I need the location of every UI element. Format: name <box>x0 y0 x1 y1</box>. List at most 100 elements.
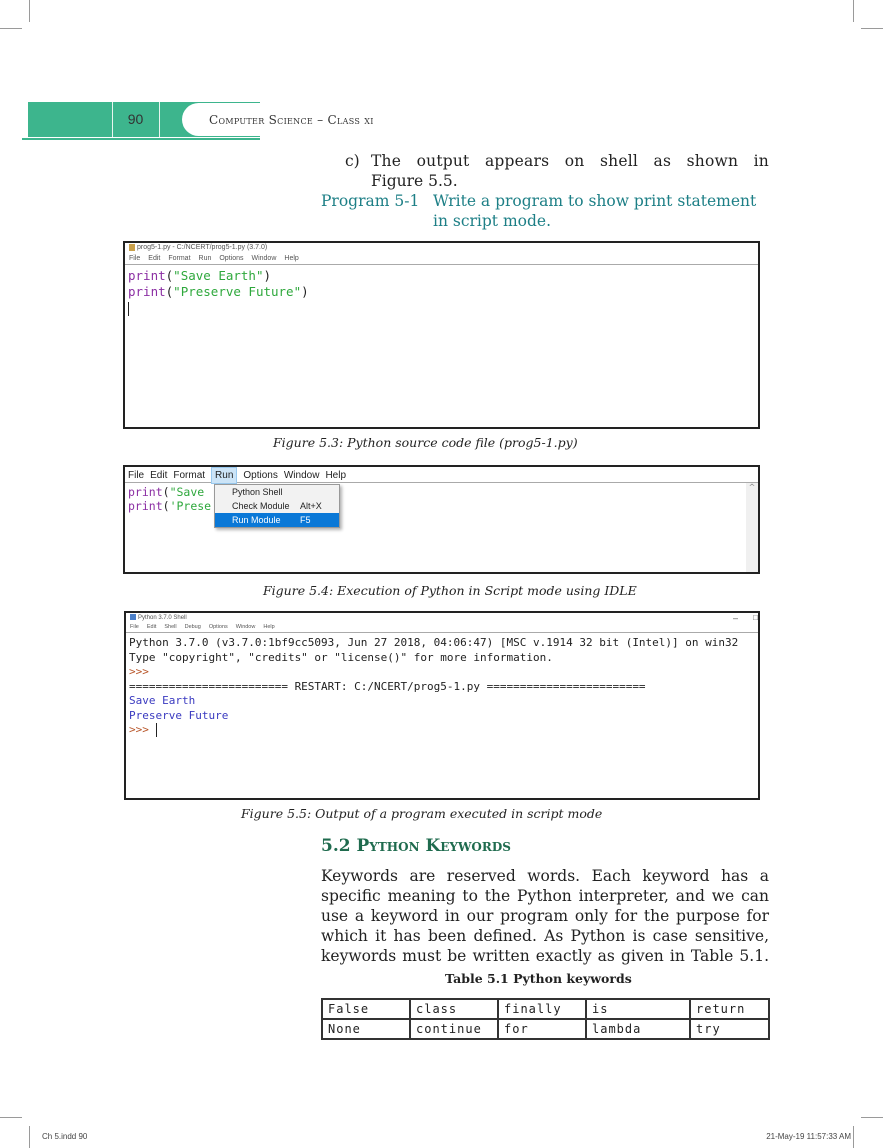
menu-item-python-shell[interactable]: Python Shell <box>215 485 339 499</box>
page-number: 90 <box>127 111 144 127</box>
shell-output[interactable]: Python 3.7.0 (v3.7.0:1bf9cc5093, Jun 27 … <box>126 633 758 738</box>
menu-run[interactable]: Run <box>211 467 238 484</box>
code-string: 'Prese <box>169 499 212 513</box>
code-line: print("Save Earth") <box>128 268 758 284</box>
crop-mark <box>853 0 854 22</box>
section-heading: 5.2 Python Keywords <box>321 836 511 856</box>
footer-file-slug: Ch 5.indd 90 <box>42 1132 88 1141</box>
code-paren: ( <box>162 499 170 513</box>
code-paren: ) <box>263 268 272 283</box>
python-file-icon <box>129 243 135 251</box>
menu-options[interactable]: Options <box>243 468 283 483</box>
text-cursor <box>155 723 157 737</box>
shell-prompt: >>> <box>129 665 149 678</box>
menu-item-label: Check Module <box>232 501 290 511</box>
book-title: Computer Science – Class xi <box>209 113 374 127</box>
window-title: prog5-1.py - C:/NCERT/prog5-1.py (3.7.0) <box>137 244 268 251</box>
menu-help[interactable]: Help <box>284 255 298 262</box>
code-string: "Save Earth" <box>173 268 264 283</box>
output-line: Save Earth <box>129 694 196 707</box>
window-titlebar: Python 3.7.0 Shell – □ <box>126 613 758 623</box>
table-cell: False <box>321 998 411 1020</box>
list-item-text: The output appears on shell as shown in <box>371 152 769 170</box>
menu-edit[interactable]: Edit <box>148 255 160 262</box>
paragraph-line: specific meaning to the Python interpret… <box>321 887 769 905</box>
table-cell: for <box>497 1018 587 1040</box>
menu-window[interactable]: Window <box>236 624 256 630</box>
table-title: Table 5.1 Python keywords <box>445 971 632 986</box>
program-description: Write a program to show print statement <box>433 192 757 210</box>
menu-item-shortcut: Alt+X <box>300 501 322 511</box>
header-divider <box>159 102 160 137</box>
vertical-scrollbar[interactable]: ^ <box>746 483 758 572</box>
menu-item-shortcut: F5 <box>300 515 311 525</box>
paragraph-line: Keywords are reserved words. Each keywor… <box>321 867 769 885</box>
table-cell: is <box>585 998 691 1020</box>
figure-caption: Figure 5.5: Output of a program executed… <box>241 806 603 821</box>
footer-timestamp: 21-May-19 11:57:33 AM <box>766 1132 851 1141</box>
code-editor[interactable]: print("Save Earth") print("Preserve Futur… <box>125 265 758 316</box>
output-line: Preserve Future <box>129 708 229 722</box>
code-line: print("Preserve Future") <box>128 284 758 300</box>
list-marker: c) <box>345 152 360 170</box>
menu-edit[interactable]: Edit <box>147 624 156 630</box>
window-titlebar: prog5-1.py - C:/NCERT/prog5-1.py (3.7.0) <box>125 243 758 253</box>
table-row: False class finally is return <box>321 998 770 1020</box>
crop-mark <box>29 0 30 22</box>
shell-prompt: >>> <box>129 723 149 736</box>
table-row: None continue for lambda try <box>321 1018 770 1040</box>
menu-bar: File Edit Format Run Options Window Help <box>125 253 758 265</box>
menu-file[interactable]: File <box>128 468 150 483</box>
menu-help[interactable]: Help <box>263 624 274 630</box>
run-dropdown-menu: Python Shell Check Module Alt+X Run Modul… <box>214 484 340 528</box>
menu-options[interactable]: Options <box>209 624 228 630</box>
paragraph-line: keywords must be written exactly as give… <box>321 947 769 965</box>
menu-run[interactable]: Run <box>199 255 212 262</box>
idle-editor-window: prog5-1.py - C:/NCERT/prog5-1.py (3.7.0)… <box>123 241 760 429</box>
figure-caption: Figure 5.3: Python source code file (pro… <box>273 435 578 450</box>
menu-item-check-module[interactable]: Check Module Alt+X <box>215 499 339 513</box>
banner-line: Type "copyright", "credits" or "license(… <box>129 650 553 664</box>
crop-mark <box>0 28 22 29</box>
paragraph-line: use a keyword in our program only for th… <box>321 907 769 925</box>
python-shell-icon <box>130 614 136 621</box>
section-heading-wrap: 5.2 Python Keywords <box>321 836 511 856</box>
section-paragraph: Keywords are reserved words. Each keywor… <box>321 866 769 966</box>
menu-bar: File Edit Shell Debug Options Window Help <box>126 623 758 633</box>
menu-edit[interactable]: Edit <box>150 468 173 483</box>
table-cell: try <box>689 1018 770 1040</box>
code-paren: ) <box>301 284 309 299</box>
menu-item-label: Run Module <box>232 515 281 525</box>
keywords-table-wrap: False class finally is return None conti… <box>321 998 770 1040</box>
code-keyword: print <box>128 268 166 283</box>
crop-mark <box>861 1117 883 1118</box>
table-cell: lambda <box>585 1018 691 1040</box>
paragraph-line: which it has been defined. As Python is … <box>321 927 769 945</box>
menu-options[interactable]: Options <box>219 255 243 262</box>
menu-item-run-module[interactable]: Run Module F5 <box>215 513 339 527</box>
menu-shell[interactable]: Shell <box>164 624 176 630</box>
menu-debug[interactable]: Debug <box>185 624 201 630</box>
maximize-button[interactable]: □ <box>753 613 758 623</box>
code-paren: ( <box>162 485 170 499</box>
menu-item-label: Python Shell <box>232 487 283 497</box>
figure-caption: Figure 5.4: Execution of Python in Scrip… <box>263 583 637 598</box>
table-cell: finally <box>497 998 587 1020</box>
menu-file[interactable]: File <box>129 255 140 262</box>
menu-help[interactable]: Help <box>325 468 352 483</box>
program-description: in script mode. <box>433 212 551 230</box>
banner-line: Python 3.7.0 (v3.7.0:1bf9cc5093, Jun 27 … <box>129 636 739 649</box>
menu-window[interactable]: Window <box>284 468 326 483</box>
header-underline <box>22 138 260 140</box>
menu-format[interactable]: Format <box>173 468 211 483</box>
text-cursor <box>128 301 129 316</box>
minimize-button[interactable]: – <box>733 613 738 623</box>
list-item-text: Figure 5.5. <box>371 172 458 190</box>
menu-window[interactable]: Window <box>251 255 276 262</box>
code-string: "Save <box>169 485 205 499</box>
table-cell: class <box>409 998 499 1020</box>
table-cell: return <box>689 998 770 1020</box>
menu-format[interactable]: Format <box>168 255 190 262</box>
menu-file[interactable]: File <box>130 624 139 630</box>
scroll-up-icon[interactable]: ^ <box>746 483 758 493</box>
